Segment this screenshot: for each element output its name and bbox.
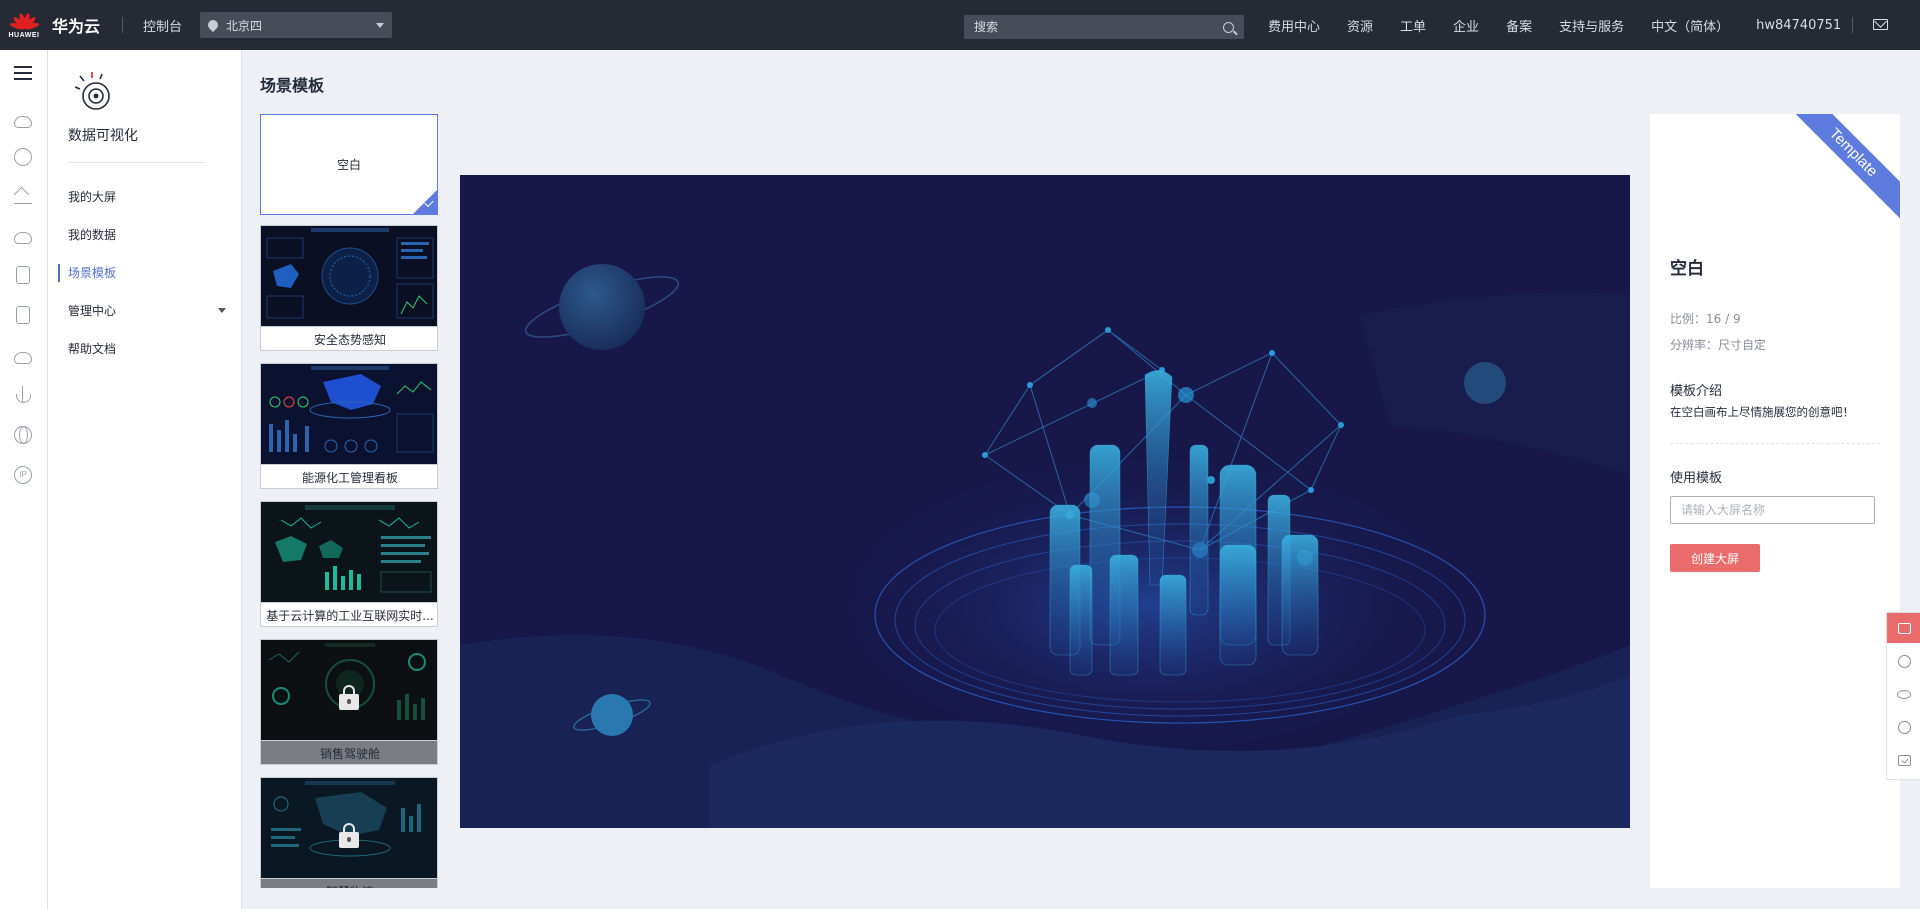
preview-illustration [460, 175, 1630, 828]
product-sidebar: 数据可视化 我的大屏 我的数据 场景模板 管理中心 帮助文档 [48, 50, 242, 909]
cloud-icon[interactable] [14, 352, 32, 364]
use-template-heading: 使用模板 [1670, 471, 1723, 486]
nav-billing[interactable]: 费用中心 [1268, 16, 1320, 35]
top-nav: 费用中心 资源 工单 企业 备案 支持与服务 中文（简体） hw84740751 [1268, 0, 1868, 50]
huawei-logo[interactable]: HUAWEI [0, 0, 48, 50]
storage-icon[interactable] [14, 186, 32, 204]
globe-icon[interactable] [14, 426, 32, 444]
help-button[interactable] [1887, 712, 1920, 742]
screen-name-input[interactable] [1670, 496, 1875, 524]
logo-text: HUAWEI [8, 32, 40, 39]
template-label: 安全态势感知 [261, 326, 437, 350]
menu-label: 管理中心 [68, 304, 117, 318]
template-label: 智慧物流 [261, 878, 437, 888]
nav-account[interactable]: hw84740751 [1756, 18, 1841, 33]
anchor-icon[interactable] [14, 386, 32, 404]
template-thumbnail [261, 364, 437, 464]
console-link[interactable]: 控制台 [143, 16, 182, 35]
security-icon[interactable] [16, 306, 30, 324]
nav-tickets[interactable]: 工单 [1400, 16, 1426, 35]
lock-icon [339, 823, 359, 848]
template-card-smart-logistics[interactable]: 智慧物流 [260, 777, 438, 888]
huawei-flower-icon [9, 11, 40, 31]
side-menu: 我的大屏 我的数据 场景模板 管理中心 帮助文档 [48, 188, 242, 378]
survey-button[interactable] [1887, 745, 1920, 775]
template-card-energy[interactable]: 能源化工管理看板 [260, 363, 438, 489]
template-detail-panel: Template 空白 比例：16 / 9 分辨率：尺寸自定 模板介绍 在空白画… [1650, 114, 1900, 888]
chat-icon [1897, 622, 1911, 634]
template-label: 能源化工管理看板 [261, 464, 437, 488]
template-preview [460, 175, 1630, 828]
brand-name[interactable]: 华为云 [52, 13, 100, 37]
chevron-down-icon [376, 23, 385, 28]
template-card-industrial-iot[interactable]: 基于云计算的工业互联网实时... [260, 501, 438, 627]
menu-management-center[interactable]: 管理中心 [48, 302, 242, 340]
smile-icon [1897, 654, 1911, 668]
template-thumbnail [261, 226, 437, 326]
feedback-button[interactable] [1887, 646, 1920, 676]
template-card-blank[interactable]: 空白 [260, 114, 438, 215]
template-ribbon: Template [1790, 114, 1900, 224]
template-title: 空白 [1670, 259, 1704, 279]
template-list: 空白 安全态势感知 能源化工管理看板 基于云计算的工业互联网实时... 销售驾驶… [260, 114, 438, 888]
intro-text: 在空白画布上尽情施展您的创意吧！ [1670, 405, 1854, 419]
service-rail: IP [0, 50, 48, 909]
search-input[interactable] [974, 20, 1223, 34]
divider [1852, 17, 1853, 33]
create-screen-button[interactable]: 创建大屏 [1670, 544, 1760, 572]
divider [68, 162, 206, 163]
nav-enterprise[interactable]: 企业 [1453, 16, 1479, 35]
template-resolution: 分辨率：尺寸自定 [1670, 338, 1767, 352]
data-visualization-icon [74, 72, 110, 110]
menu-icon[interactable] [14, 66, 32, 80]
product-title: 数据可视化 [68, 128, 138, 144]
eye-icon [1897, 689, 1911, 699]
template-label: 空白 [336, 158, 361, 172]
ribbon-label: Template [1790, 114, 1900, 223]
search-icon[interactable] [1223, 21, 1234, 33]
lock-icon [339, 685, 359, 710]
network-icon[interactable] [14, 148, 32, 166]
database-icon[interactable] [14, 232, 32, 244]
checklist-icon [1897, 754, 1911, 766]
menu-my-data[interactable]: 我的数据 [48, 226, 242, 264]
region-select[interactable]: 北京四 [200, 12, 393, 38]
template-label: 销售驾驶舱 [261, 740, 437, 764]
intro-heading: 模板介绍 [1670, 384, 1723, 399]
chevron-down-icon[interactable] [218, 308, 226, 313]
template-card-security[interactable]: 安全态势感知 [260, 225, 438, 351]
view-button[interactable] [1887, 679, 1920, 709]
cloud-server-icon[interactable] [14, 116, 32, 128]
ip-icon[interactable]: IP [14, 466, 32, 484]
nav-resources[interactable]: 资源 [1347, 16, 1373, 35]
template-card-sales-cockpit[interactable]: 销售驾驶舱 [260, 639, 438, 765]
search-box[interactable] [964, 15, 1244, 39]
template-thumbnail [261, 502, 437, 602]
nav-support[interactable]: 支持与服务 [1559, 16, 1624, 35]
nav-icp-filing[interactable]: 备案 [1506, 16, 1532, 35]
template-label: 基于云计算的工业互联网实时... [261, 602, 437, 626]
nav-language[interactable]: 中文（简体） [1651, 16, 1729, 35]
region-value: 北京四 [226, 18, 263, 33]
location-pin-icon [205, 17, 221, 33]
divider [1670, 443, 1880, 444]
menu-help-docs[interactable]: 帮助文档 [48, 340, 242, 378]
divider [122, 17, 124, 33]
menu-scene-templates[interactable]: 场景模板 [48, 264, 242, 302]
help-icon [1897, 720, 1911, 734]
page-title: 场景模板 [260, 76, 325, 95]
floating-toolbar [1886, 612, 1920, 780]
checkmark-icon [413, 190, 437, 214]
mail-icon[interactable] [1873, 19, 1888, 30]
chat-button[interactable] [1887, 613, 1920, 643]
container-icon[interactable] [16, 266, 30, 284]
template-ratio: 比例：16 / 9 [1670, 312, 1741, 326]
menu-my-screens[interactable]: 我的大屏 [48, 188, 242, 226]
